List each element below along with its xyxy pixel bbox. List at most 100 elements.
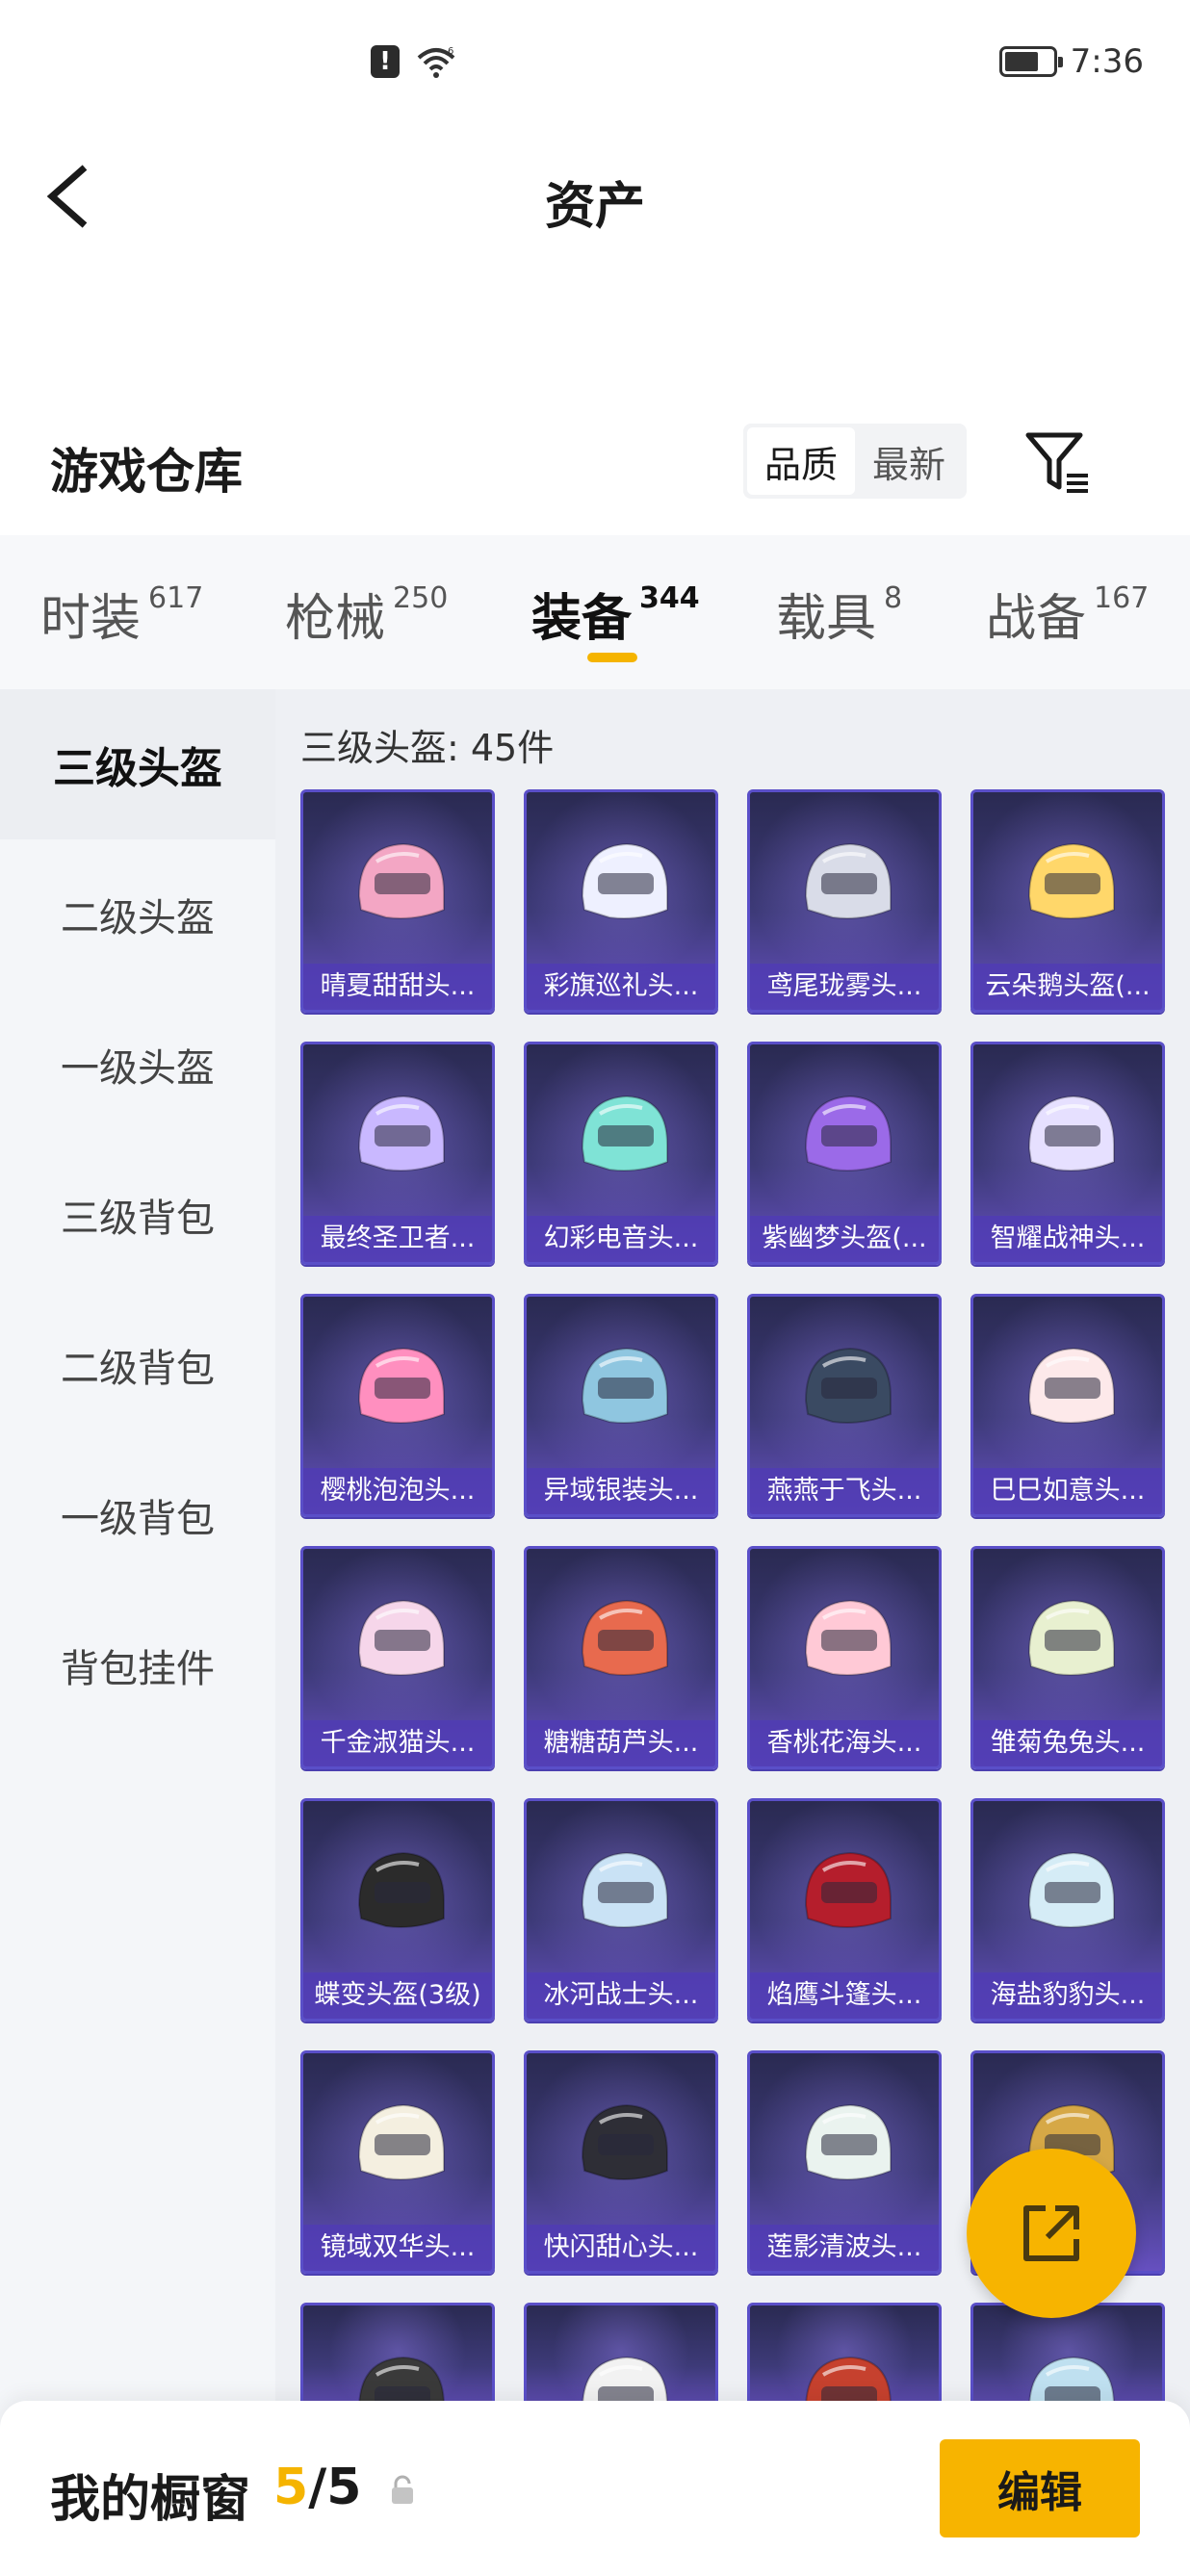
wifi-icon: 6 (417, 46, 455, 78)
item-card-label: 异域银装头... (527, 1468, 715, 1514)
filter-button[interactable] (1022, 429, 1094, 497)
item-card[interactable]: 千金淑猫头... (300, 1546, 495, 1769)
helmet-icon (581, 1095, 668, 1172)
helmet-icon (581, 1347, 668, 1424)
showcase-current: 5 (273, 2459, 309, 2516)
status-bar: ! 6 7:36 (0, 0, 1190, 135)
battery-level (1004, 52, 1038, 71)
item-card-label: 樱桃泡泡头... (303, 1468, 492, 1514)
tab-label: 载具 (776, 590, 877, 648)
tab-weapons[interactable]: 枪械 250 (285, 578, 448, 650)
item-card[interactable]: 糖糖葫芦头... (524, 1546, 718, 1769)
item-card[interactable]: 巳巳如意头... (970, 1294, 1165, 1517)
item-card[interactable]: 晴夏甜甜头... (300, 789, 495, 1013)
item-card-label: 巳巳如意头... (973, 1468, 1162, 1514)
helmet-icon (357, 1347, 445, 1424)
helmet-icon (581, 2103, 668, 2180)
item-card-label: 紫幽梦头盔(... (750, 1216, 939, 1262)
section-title: 游戏仓库 (50, 444, 243, 500)
helmet-icon (804, 1599, 892, 1676)
grid-count: 三级头盔: 45件 (300, 727, 555, 769)
item-card-label: 冰河战士头... (527, 1972, 715, 2019)
subcategory-sidebar: 三级头盔 二级头盔 一级头盔 三级背包 二级背包 一级背包 背包挂件 (0, 689, 275, 2576)
category-tabs: 时装 617 枪械 250 装备 344 载具 8 战备 167 (0, 535, 1190, 689)
helmet-icon (357, 842, 445, 919)
tab-fashion[interactable]: 时装 617 (40, 578, 203, 650)
helmet-icon (357, 1095, 445, 1172)
tab-vehicles[interactable]: 载具 8 (776, 578, 902, 650)
item-card[interactable]: 海盐豹豹头... (970, 1798, 1165, 2022)
item-card-label: 最终圣卫者... (303, 1216, 492, 1262)
battery-icon (998, 46, 1063, 77)
item-card[interactable]: 冰河战士头... (524, 1798, 718, 2022)
tab-label: 时装 (40, 590, 142, 648)
sort-quality-button[interactable]: 品质 (747, 427, 855, 495)
sort-newest-button[interactable]: 最新 (855, 427, 963, 495)
item-card[interactable]: 智耀战神头... (970, 1042, 1165, 1265)
showcase-separator: / (308, 2459, 327, 2516)
share-button[interactable] (967, 2149, 1136, 2318)
item-card-label: 海盐豹豹头... (973, 1972, 1162, 2019)
item-card-label: 云朵鹅头盔(... (973, 964, 1162, 1010)
sidebar-item-level3-helmet[interactable]: 三级头盔 (0, 689, 275, 839)
item-card[interactable]: 快闪甜心头... (524, 2050, 718, 2274)
helmet-icon (804, 842, 892, 919)
item-card[interactable]: 雏菊兔兔头... (970, 1546, 1165, 1769)
sidebar-item-level1-backpack[interactable]: 一级背包 (0, 1440, 275, 1590)
sidebar-item-level2-backpack[interactable]: 二级背包 (0, 1290, 275, 1440)
tab-count: 617 (148, 581, 204, 615)
helmet-icon (581, 1851, 668, 1928)
sidebar-item-level3-backpack[interactable]: 三级背包 (0, 1140, 275, 1290)
status-time: 7:36 (1070, 42, 1144, 81)
item-card[interactable]: 香桃花海头... (747, 1546, 942, 1769)
tab-count: 167 (1094, 581, 1150, 615)
item-card[interactable]: 蝶变头盔(3级) (300, 1798, 495, 2022)
alert-icon: ! (371, 45, 400, 78)
tab-label: 装备 (531, 590, 633, 648)
edit-button[interactable]: 编辑 (940, 2439, 1140, 2537)
item-card[interactable]: 幻彩电音头... (524, 1042, 718, 1265)
tab-label: 枪械 (285, 590, 386, 648)
tab-count: 250 (393, 581, 449, 615)
item-card[interactable]: 焰鹰斗篷头... (747, 1798, 942, 2022)
helmet-icon (1027, 1095, 1115, 1172)
status-right: 7:36 (998, 42, 1144, 81)
sidebar-item-backpack-charm[interactable]: 背包挂件 (0, 1590, 275, 1740)
item-card[interactable]: 鸢尾珑雾头... (747, 789, 942, 1013)
showcase-total: 5 (326, 2459, 362, 2516)
item-card[interactable]: 异域银装头... (524, 1294, 718, 1517)
item-card[interactable]: 彩旗巡礼头... (524, 789, 718, 1013)
helmet-icon (357, 1599, 445, 1676)
tab-label: 战备 (986, 590, 1087, 648)
item-card[interactable]: 镜域双华头... (300, 2050, 495, 2274)
sidebar-item-level1-helmet[interactable]: 一级头盔 (0, 990, 275, 1140)
item-card-label: 快闪甜心头... (527, 2225, 715, 2271)
tab-count: 8 (884, 581, 903, 615)
item-card[interactable]: 最终圣卫者... (300, 1042, 495, 1265)
sort-toggle: 品质 最新 (743, 424, 967, 499)
item-card-label: 焰鹰斗篷头... (750, 1972, 939, 2019)
item-card-label: 彩旗巡礼头... (527, 964, 715, 1010)
item-card[interactable]: 樱桃泡泡头... (300, 1294, 495, 1517)
page-title: 资产 (544, 178, 645, 236)
showcase-label: 我的橱窗 (50, 2471, 251, 2529)
item-card[interactable]: 云朵鹅头盔(... (970, 789, 1165, 1013)
item-card-label: 燕燕于飞头... (750, 1468, 939, 1514)
item-card[interactable]: 紫幽梦头盔(... (747, 1042, 942, 1265)
tab-gear[interactable]: 战备 167 (986, 578, 1149, 650)
item-card-label: 莲影清波头... (750, 2225, 939, 2271)
lock-icon (392, 2475, 413, 2504)
helmet-icon (804, 1851, 892, 1928)
tab-equipment[interactable]: 装备 344 (531, 578, 700, 650)
item-card-label: 千金淑猫头... (303, 1720, 492, 1766)
item-card[interactable]: 莲影清波头... (747, 2050, 942, 2274)
sidebar-item-level2-helmet[interactable]: 二级头盔 (0, 839, 275, 990)
helmet-icon (1027, 842, 1115, 919)
signal-label: 6 (448, 46, 453, 57)
helmet-icon (1027, 1599, 1115, 1676)
status-center: ! 6 (371, 44, 457, 79)
item-card[interactable]: 燕燕于飞头... (747, 1294, 942, 1517)
item-card-label: 晴夏甜甜头... (303, 964, 492, 1010)
item-card-label: 香桃花海头... (750, 1720, 939, 1766)
item-card-label: 蝶变头盔(3级) (303, 1972, 492, 2019)
